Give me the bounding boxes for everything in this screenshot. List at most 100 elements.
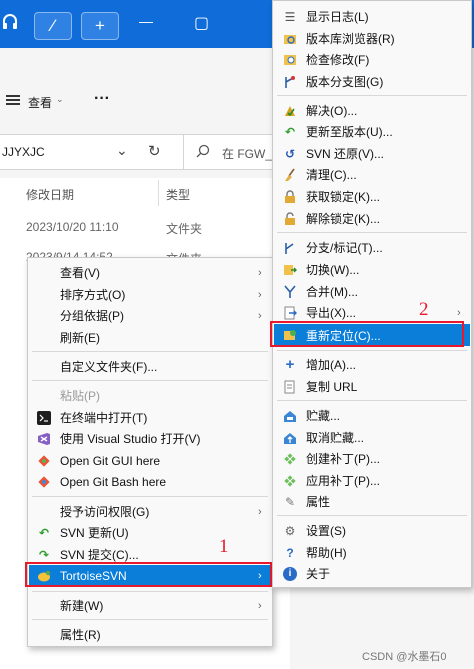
unlock-icon: [283, 211, 297, 226]
column-header-date[interactable]: 修改日期: [26, 186, 74, 203]
menu-item-svn-update[interactable]: ↶ SVN 更新(U): [28, 522, 272, 543]
menu-item-label: 授予访问权限(G): [60, 505, 150, 519]
menu-item-sort-by[interactable]: 排序方式(O) ›: [28, 284, 272, 305]
menu-item-label: 版本分支图(G): [306, 75, 384, 89]
menu-separator: [32, 591, 268, 592]
menu-separator: [32, 496, 268, 497]
menu-item-properties[interactable]: 属性(R): [28, 624, 272, 645]
chevron-right-icon: ›: [258, 266, 262, 279]
svn-item-unshelve[interactable]: 取消贮藏...: [273, 427, 471, 448]
menu-item-label: 应用补丁(P)...: [306, 474, 380, 488]
svn-item-release-lock[interactable]: 解除锁定(K)...: [273, 208, 471, 229]
git-bash-icon: [37, 475, 51, 489]
menu-item-view[interactable]: 查看(V) ›: [28, 262, 272, 283]
headset-icon[interactable]: [2, 13, 18, 36]
file-row-date[interactable]: 2023/10/20 11:10: [26, 220, 119, 234]
menu-item-label: SVN 提交(C)...: [60, 548, 139, 562]
menu-item-label: 版本库浏览器(R): [306, 32, 395, 46]
svn-item-copy-url[interactable]: 复制 URL: [273, 376, 471, 397]
svn-item-repo-browser[interactable]: 版本库浏览器(R): [273, 28, 471, 49]
chevron-right-icon: ›: [258, 288, 262, 301]
chevron-right-icon: ›: [258, 599, 262, 612]
column-header-type[interactable]: 类型: [166, 186, 190, 203]
menu-item-label: 刷新(E): [60, 331, 100, 345]
log-icon: ☰: [284, 9, 296, 24]
switch-icon: [283, 263, 297, 277]
new-tab-button[interactable]: +: [81, 12, 119, 40]
file-row-type[interactable]: 文件夹: [166, 220, 202, 237]
menu-item-label: 属性(R): [60, 628, 101, 642]
svn-item-create-patch[interactable]: 创建补丁(P)...: [273, 448, 471, 469]
svn-item-cleanup[interactable]: 清理(C)...: [273, 164, 471, 185]
watermark: CSDN @水墨石0: [362, 651, 447, 663]
menu-item-label: SVN 更新(U): [60, 526, 129, 540]
svn-item-update-to-revision[interactable]: ↶ 更新至版本(U)...: [273, 121, 471, 142]
svn-item-check-modifications[interactable]: 检查修改(F): [273, 49, 471, 70]
menu-item-new[interactable]: 新建(W) ›: [28, 595, 272, 616]
svn-item-get-lock[interactable]: 获取锁定(K)...: [273, 186, 471, 207]
chevron-down-icon: ⌄: [56, 94, 64, 104]
menu-item-git-bash[interactable]: Open Git Bash here: [28, 471, 272, 492]
menu-item-label: 帮助(H): [306, 546, 347, 560]
svn-item-shelve[interactable]: 贮藏...: [273, 405, 471, 426]
search-box[interactable]: 在 FGW_: [183, 134, 277, 170]
menu-item-customize-folder[interactable]: 自定义文件夹(F)...: [28, 356, 272, 377]
svn-item-about[interactable]: i 关于: [273, 563, 471, 584]
menu-item-grant-access[interactable]: 授予访问权限(G) ›: [28, 501, 272, 522]
view-button[interactable]: 查看: [28, 94, 52, 111]
menu-item-label: 显示日志(L): [306, 10, 369, 24]
chevron-right-icon: ›: [258, 505, 262, 518]
svn-item-settings[interactable]: ⚙ 设置(S): [273, 520, 471, 541]
menu-item-paste[interactable]: 粘贴(P): [28, 385, 272, 406]
svn-item-revision-graph[interactable]: 版本分支图(G): [273, 71, 471, 92]
svn-item-revert[interactable]: ↺ SVN 还原(V)...: [273, 143, 471, 164]
menu-item-open-terminal[interactable]: 在终端中打开(T): [28, 407, 272, 428]
svn-item-resolve[interactable]: 解决(O)...: [273, 100, 471, 121]
svn-item-merge[interactable]: 合并(M)...: [273, 281, 471, 302]
refresh-icon[interactable]: ↻: [148, 142, 161, 160]
export-icon: [283, 306, 297, 320]
svn-item-properties[interactable]: ✎ 属性: [273, 491, 471, 512]
check-modifications-icon: [283, 53, 297, 67]
menu-item-git-gui[interactable]: Open Git GUI here: [28, 450, 272, 471]
svn-item-add[interactable]: + 增加(A)...: [273, 354, 471, 375]
menu-item-label: 使用 Visual Studio 打开(V): [60, 432, 201, 446]
svn-commit-icon: ↷: [38, 547, 50, 562]
menu-item-group-by[interactable]: 分组依据(P) ›: [28, 305, 272, 326]
menu-item-label: 分支/标记(T)...: [306, 241, 383, 255]
visual-studio-icon: [37, 432, 51, 446]
svn-item-switch[interactable]: 切换(W)...: [273, 259, 471, 280]
chevron-down-icon[interactable]: ⌄: [116, 142, 128, 159]
annotation-box-1: [25, 562, 272, 587]
menu-item-refresh[interactable]: 刷新(E): [28, 327, 272, 348]
info-icon: i: [283, 566, 297, 581]
address-path: JJYXJC: [2, 145, 45, 159]
svn-item-branch-tag[interactable]: 分支/标记(T)...: [273, 237, 471, 258]
branch-icon: [283, 241, 297, 255]
menu-item-label: 排序方式(O): [60, 288, 126, 302]
menu-item-label: Open Git Bash here: [60, 474, 167, 489]
shelve-icon: [283, 409, 297, 423]
unshelve-icon: [283, 431, 297, 445]
copy-url-icon: [283, 380, 297, 394]
minimize-button[interactable]: —: [139, 13, 153, 29]
menu-separator: [277, 95, 467, 96]
menu-separator: [32, 380, 268, 381]
menu-item-open-visual-studio[interactable]: 使用 Visual Studio 打开(V): [28, 428, 272, 449]
svn-item-apply-patch[interactable]: 应用补丁(P)...: [273, 470, 471, 491]
more-options-button[interactable]: ···: [94, 90, 110, 108]
menu-separator: [277, 350, 467, 351]
help-icon: ?: [286, 545, 294, 560]
menu-item-label: 取消贮藏...: [306, 431, 365, 445]
svn-item-help[interactable]: ? 帮助(H): [273, 542, 471, 563]
svn-item-export[interactable]: 导出(X)... ›: [273, 302, 471, 323]
menu-separator: [32, 619, 268, 620]
view-menu-icon: [6, 94, 20, 109]
magic-wand-button[interactable]: ⁄: [34, 12, 72, 40]
menu-item-label: 查看(V): [60, 266, 100, 280]
svn-update-icon: ↶: [38, 525, 50, 540]
svn-item-show-log[interactable]: ☰ 显示日志(L): [273, 6, 471, 27]
maximize-button[interactable]: ▢: [194, 13, 209, 33]
annotation-label-2: 2: [419, 299, 429, 320]
command-bar: 查看 ⌄ ···: [0, 82, 280, 120]
